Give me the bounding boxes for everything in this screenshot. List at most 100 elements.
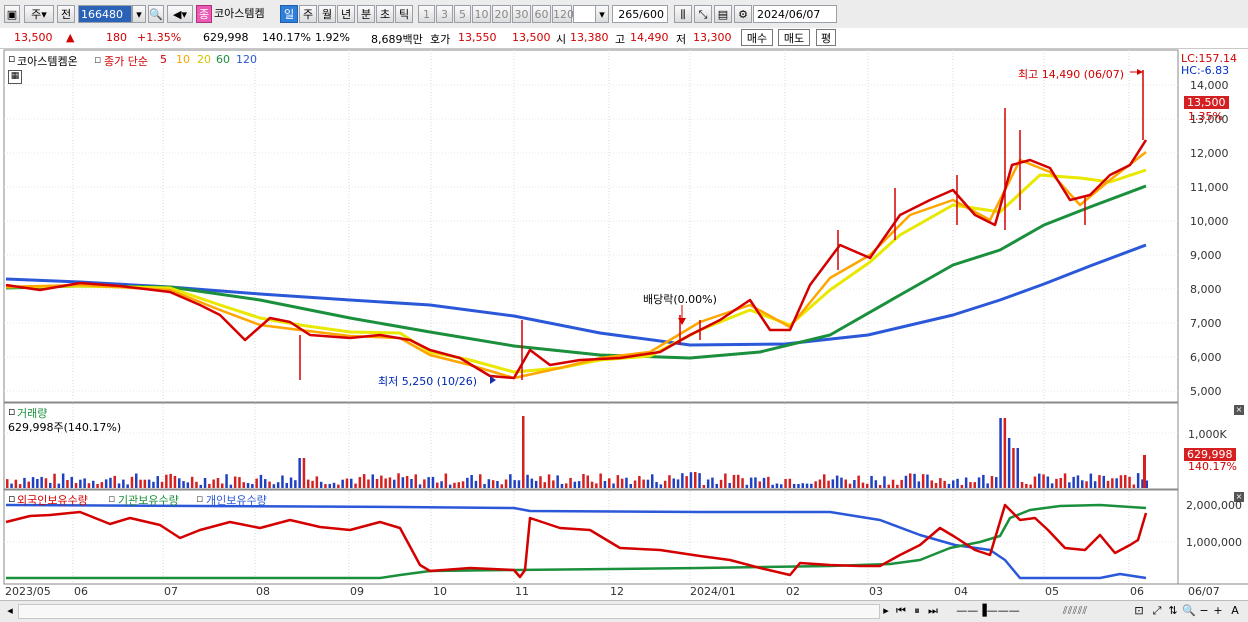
volume-bar <box>70 476 73 488</box>
volume-bar <box>156 476 159 488</box>
pause-icon[interactable]: ⏸ <box>910 603 924 618</box>
volume-bar <box>780 484 783 488</box>
rewind-icon[interactable]: ⏮ <box>894 603 908 618</box>
volume-bar <box>414 474 417 488</box>
x-tick-06: 06 <box>74 585 88 598</box>
volume-bar <box>182 481 185 488</box>
x-tick-05: 05 <box>1045 585 1059 598</box>
volume-bar <box>1059 478 1062 488</box>
volume-pane-border <box>3 402 1179 490</box>
volume-bar <box>1128 476 1131 488</box>
volume-bar <box>638 476 641 488</box>
foreign-holdings-line <box>5 503 1148 579</box>
volume-bar <box>40 476 43 488</box>
volume-bar <box>646 479 650 488</box>
volume-close-icon[interactable]: × <box>1234 405 1244 415</box>
volume-bar <box>10 483 13 488</box>
volume-bar <box>625 477 628 488</box>
volume-bar <box>767 476 770 488</box>
scroll-right-icon[interactable]: ▸ <box>880 603 892 618</box>
fast-forward-icon[interactable]: ⏭ <box>926 603 940 618</box>
volume-bar <box>186 482 190 488</box>
volume-bar <box>405 476 409 488</box>
volume-bar <box>926 474 929 488</box>
volume-bar <box>423 479 426 488</box>
volume-bar <box>831 479 835 488</box>
volume-bar <box>44 478 48 488</box>
volume-bar <box>113 475 116 488</box>
legend-institution-holdings: 기관보유수량 <box>118 494 179 507</box>
volume-bar <box>466 477 469 488</box>
volume-bar <box>479 474 482 488</box>
high-annotation: 최고 14,490 (06/07) <box>1018 68 1125 81</box>
volume-bar <box>294 480 297 488</box>
zoom-in-button[interactable]: + <box>1212 603 1224 618</box>
volume-bar <box>49 482 52 488</box>
legend-institution-icon: ▫ <box>108 492 116 505</box>
volume-bar <box>1081 480 1084 488</box>
volume-bar <box>1050 483 1054 488</box>
x-tick-03: 03 <box>869 585 883 598</box>
volume-bar <box>861 482 865 488</box>
volume-bar <box>702 485 706 488</box>
volume-bar <box>732 474 736 488</box>
volume-bar <box>943 480 946 488</box>
volume-bar <box>853 480 856 488</box>
volume-bar <box>371 474 374 488</box>
volume-bar <box>1046 476 1050 488</box>
chart-tools-icon[interactable]: ⫽⫽⫽⫽⫽ <box>1030 603 1120 618</box>
volume-bar <box>264 479 267 488</box>
x-tick-08: 08 <box>256 585 270 598</box>
capture-icon[interactable]: ⊡ <box>1130 603 1148 618</box>
volume-bar <box>448 484 452 488</box>
volume-bar <box>891 479 895 488</box>
volume-bar <box>233 476 237 488</box>
scroll-left-icon[interactable]: ◂ <box>4 603 16 618</box>
volume-bar <box>311 480 314 488</box>
ma-info-icon: ▫ <box>94 53 102 66</box>
volume-bar <box>483 484 486 488</box>
volume-bar <box>298 458 301 488</box>
volume-bar <box>577 481 581 488</box>
price-tick-12000: 12,000 <box>1190 147 1229 160</box>
volume-bar <box>848 483 852 488</box>
pan-icon[interactable]: ⇅ <box>1166 603 1180 618</box>
zoom-search-icon[interactable]: 🔍 <box>1182 603 1196 618</box>
fit-icon[interactable]: ⤢ <box>1150 603 1164 618</box>
volume-bar <box>715 483 718 488</box>
auto-scale-button[interactable]: A <box>1228 603 1242 618</box>
volume-bar <box>289 477 293 488</box>
volume-bar <box>659 484 663 488</box>
grid-table-icon[interactable]: ▦ <box>8 70 22 84</box>
current-pct-label: 1.35% <box>1188 110 1223 123</box>
ma-legend-10: 10 <box>176 53 190 66</box>
volume-bar <box>1085 481 1088 488</box>
volume-bar <box>470 475 473 488</box>
volume-bar <box>681 473 684 488</box>
volume-bar <box>1003 418 1007 488</box>
zoom-out-button[interactable]: − <box>1198 603 1210 618</box>
institution-holdings-line <box>6 503 1147 580</box>
volume-bar <box>1025 483 1028 488</box>
volume-bar <box>741 478 744 488</box>
horizontal-scrollbar[interactable] <box>18 604 880 619</box>
volume-bar <box>1089 473 1093 488</box>
volume-bar <box>178 478 181 488</box>
volume-bar <box>1068 482 1071 488</box>
volume-bar <box>590 481 594 488</box>
volume-bar <box>517 480 521 488</box>
volume-bar <box>190 476 194 488</box>
price-tick-14000: 14,000 <box>1190 79 1229 92</box>
zoom-slider[interactable]: ——▐——— <box>948 603 1028 618</box>
volume-bar <box>169 473 172 488</box>
volume-bar <box>866 483 869 488</box>
volume-bar <box>1124 475 1127 488</box>
volume-bar <box>1132 484 1136 488</box>
volume-bar <box>900 479 903 488</box>
volume-bar <box>883 476 886 488</box>
volume-bar <box>582 474 585 488</box>
volume-bar <box>474 480 478 488</box>
volume-bar <box>135 473 138 488</box>
ma-legend-60: 60 <box>216 53 230 66</box>
volume-bar <box>221 483 224 488</box>
